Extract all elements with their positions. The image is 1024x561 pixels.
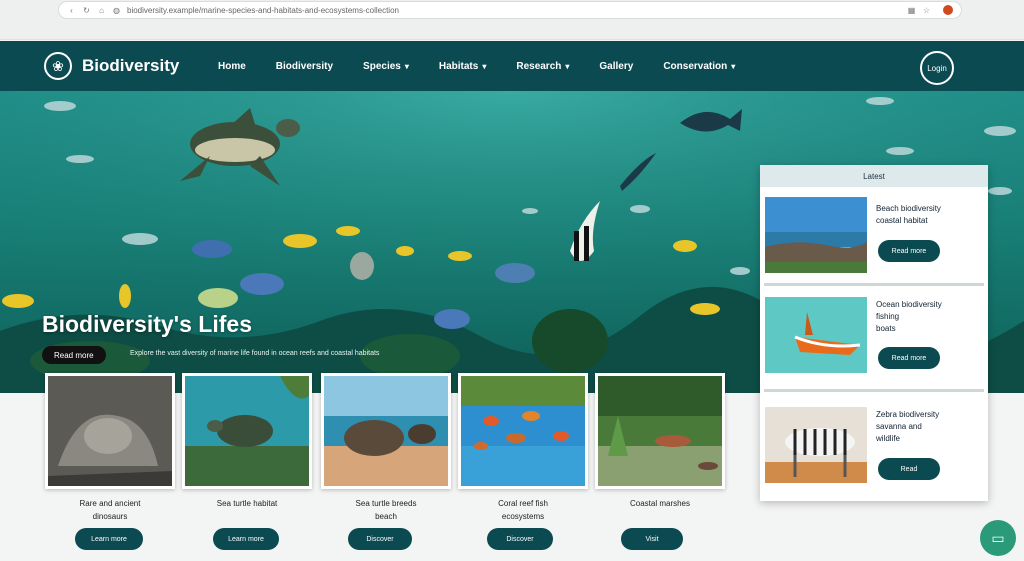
shield-icon: ◍ xyxy=(113,5,120,15)
turtle-icon: ❀ xyxy=(44,52,72,80)
card-title: Coral reef fish xyxy=(498,499,548,508)
card-button[interactable]: Learn more xyxy=(75,528,143,550)
sidebar-item-subtitle-2: boats xyxy=(876,324,896,333)
card-title-line2: beach xyxy=(375,512,397,521)
nav-species[interactable]: Species ▾ xyxy=(363,61,409,72)
boat-thumbnail[interactable] xyxy=(765,297,867,373)
chevron-down-icon: ▾ xyxy=(482,61,487,71)
card-title: Coastal marshes xyxy=(629,499,691,508)
nav-conservation[interactable]: Conservation ▾ xyxy=(663,61,735,72)
card-button[interactable]: Visit xyxy=(621,528,683,550)
nav-home[interactable]: Home xyxy=(218,61,246,72)
login-button[interactable]: Login xyxy=(920,51,954,85)
sidebar-header: Latest xyxy=(760,165,988,187)
sidebar-item-subtitle-2: wildlife xyxy=(876,434,901,443)
sidebar-item-button[interactable]: Read xyxy=(878,458,940,480)
sidebar-item-title: Ocean biodiversity xyxy=(876,300,942,309)
chevron-down-icon: ▾ xyxy=(404,61,409,71)
nav-research[interactable]: Research ▾ xyxy=(516,61,569,72)
marsh-image[interactable] xyxy=(595,373,725,489)
site-header: ❀ Biodiversity Home Biodiversity Species… xyxy=(0,41,1024,91)
sidebar-item-button[interactable]: Read more xyxy=(878,347,940,369)
reef-fish-image[interactable] xyxy=(458,373,588,489)
card-title: Sea turtle habitat xyxy=(216,499,278,508)
card-button[interactable]: Discover xyxy=(348,528,412,550)
hero-title: Biodiversity's Lifes xyxy=(42,311,252,337)
card-title-line2: dinosaurs xyxy=(92,512,128,521)
nav-biodiversity[interactable]: Biodiversity xyxy=(276,61,333,72)
star-icon[interactable]: ☆ xyxy=(922,6,931,15)
refresh-icon[interactable]: ↻ xyxy=(82,6,91,15)
chat-button[interactable]: ▭ xyxy=(980,520,1016,556)
browser-chrome: ‹ ↻ ⌂ ◍ biodiversity.example/marine-spec… xyxy=(0,0,1024,40)
sidebar-item-subtitle: savanna and xyxy=(876,422,922,431)
tabs-icon[interactable]: ▦ xyxy=(907,6,916,15)
back-icon[interactable]: ‹ xyxy=(67,6,76,15)
url-text[interactable]: biodiversity.example/marine-species-and-… xyxy=(127,6,901,15)
card-title-line2: ecosystems xyxy=(501,512,545,521)
hero-subtitle: Explore the vast diversity of marine lif… xyxy=(130,350,380,357)
latest-sidebar: Latest Beach biodiversity coastal habita… xyxy=(760,165,988,501)
home-icon[interactable]: ⌂ xyxy=(97,6,106,15)
sidebar-item-subtitle: fishing xyxy=(876,312,900,321)
zebra-thumbnail[interactable] xyxy=(765,407,867,483)
turtle-beach-image[interactable] xyxy=(321,373,451,489)
beach-thumbnail[interactable] xyxy=(765,197,867,273)
sea-turtle-image[interactable] xyxy=(182,373,312,489)
divider xyxy=(764,283,984,286)
sidebar-item-subtitle: coastal habitat xyxy=(876,216,928,225)
card-button[interactable]: Discover xyxy=(487,528,553,550)
card-button[interactable]: Learn more xyxy=(213,528,279,550)
logo[interactable]: ❀ Biodiversity xyxy=(44,52,204,80)
chevron-down-icon: ▾ xyxy=(731,61,736,71)
nav-gallery[interactable]: Gallery xyxy=(599,61,633,72)
logo-text: Biodiversity xyxy=(82,56,180,75)
dinosaur-image[interactable] xyxy=(45,373,175,489)
main-nav: Home Biodiversity Species ▾ Habitats ▾ Res… xyxy=(218,61,765,72)
address-bar[interactable]: ‹ ↻ ⌂ ◍ biodiversity.example/marine-spec… xyxy=(58,1,962,19)
card-title: Rare and ancient xyxy=(79,499,141,508)
sidebar-item-title: Beach biodiversity xyxy=(876,204,941,213)
sidebar-item-button[interactable]: Read more xyxy=(878,240,940,262)
sidebar-item-title: Zebra biodiversity xyxy=(876,410,940,419)
profile-avatar[interactable] xyxy=(943,5,953,15)
card-title: Sea turtle breeds xyxy=(355,499,417,508)
chat-icon: ▭ xyxy=(991,529,1005,546)
hero-read-more-button[interactable]: Read more xyxy=(42,346,106,364)
nav-habitats[interactable]: Habitats ▾ xyxy=(439,61,486,72)
chevron-down-icon: ▾ xyxy=(565,61,570,71)
divider xyxy=(764,389,984,392)
